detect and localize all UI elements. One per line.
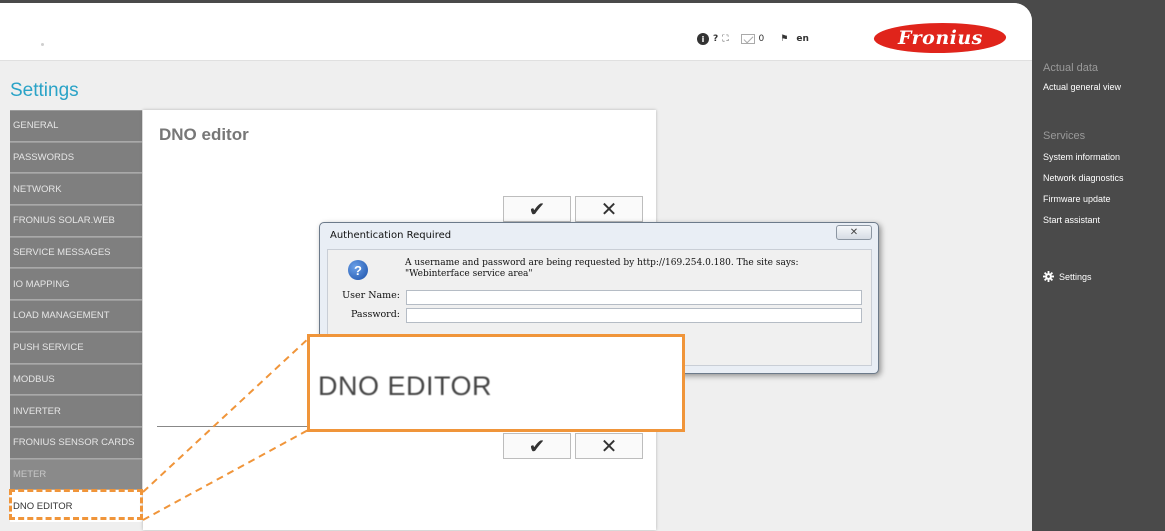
dialog-title: Authentication Required [330,229,452,241]
header: i ? ⛶ 0 ⚑ en Fronius [0,3,1032,61]
menu-item-network[interactable]: NETWORK [10,173,142,206]
mail-count: 0 [758,34,765,44]
fullscreen-icon[interactable]: ⛶ [722,32,728,46]
language-selector[interactable]: en [796,32,809,46]
menu-item-general[interactable]: GENERAL [10,110,142,142]
settings-menu: GENERAL PASSWORDS NETWORK FRONIUS SOLAR.… [10,110,142,522]
sidebar-item-network-diagnostics[interactable]: Network diagnostics [1043,173,1124,183]
menu-item-io-mapping[interactable]: IO MAPPING [10,268,142,301]
menu-item-passwords[interactable]: PASSWORDS [10,141,142,174]
info-icon[interactable]: i [697,33,709,45]
mail-icon[interactable] [740,34,755,44]
fronius-logo: Fronius [871,23,1009,53]
help-icon[interactable]: ? [713,32,718,46]
close-icon: ✕ [849,227,859,238]
menu-item-solar-web[interactable]: FRONIUS SOLAR.WEB [10,205,142,237]
logo-text: Fronius [897,27,983,49]
header-toolbar: i ? ⛶ 0 ⚑ en [697,32,813,46]
sidebar-heading-services: Services [1043,130,1086,142]
checkmark-icon: ✔ [528,198,546,221]
flag-icon[interactable]: ⚑ [780,32,788,46]
menu-item-sensor-cards[interactable]: FRONIUS SENSOR CARDS [10,426,142,459]
sidebar-item-system-information[interactable]: System information [1043,152,1120,162]
zoom-callout-text: DNO EDITOR [318,371,493,401]
zoom-callout: DNO EDITOR [307,334,685,432]
confirm-button-top[interactable]: ✔ [503,196,571,222]
gear-icon [1043,271,1054,282]
confirm-button-bottom[interactable]: ✔ [503,433,571,459]
decorative-dot [41,43,44,46]
menu-item-push-service[interactable]: PUSH SERVICE [10,331,142,364]
menu-item-inverter[interactable]: INVERTER [10,395,142,427]
dialog-message: A username and password are being reques… [405,258,799,279]
cancel-button-top[interactable]: ✕ [575,196,643,222]
sidebar-item-start-assistant[interactable]: Start assistant [1043,215,1100,225]
menu-item-load-management[interactable]: LOAD MANAGEMENT [10,300,142,332]
highlight-box [9,489,143,520]
sidebar-heading-actual-data: Actual data [1043,62,1099,74]
password-field[interactable] [406,308,862,323]
dialog-close-button[interactable]: ✕ [836,225,872,240]
checkmark-icon: ✔ [528,435,546,458]
sidebar-item-firmware-update[interactable]: Firmware update [1043,194,1111,204]
page-title: Settings [10,80,79,101]
content-title: DNO editor [159,125,249,144]
menu-item-modbus[interactable]: MODBUS [10,363,142,396]
close-icon: ✕ [600,198,618,221]
sidebar-item-actual-general-view[interactable]: Actual general view [1043,82,1121,92]
username-label: User Name: [342,290,400,301]
username-field[interactable] [406,290,862,305]
password-label: Password: [350,309,400,320]
menu-item-service-messages[interactable]: SERVICE MESSAGES [10,236,142,269]
menu-item-meter[interactable]: METER [10,458,142,491]
cancel-button-bottom[interactable]: ✕ [575,433,643,459]
close-icon: ✕ [600,435,618,458]
question-icon: ? [348,260,368,280]
sidebar-item-settings[interactable]: Settings [1059,272,1092,282]
